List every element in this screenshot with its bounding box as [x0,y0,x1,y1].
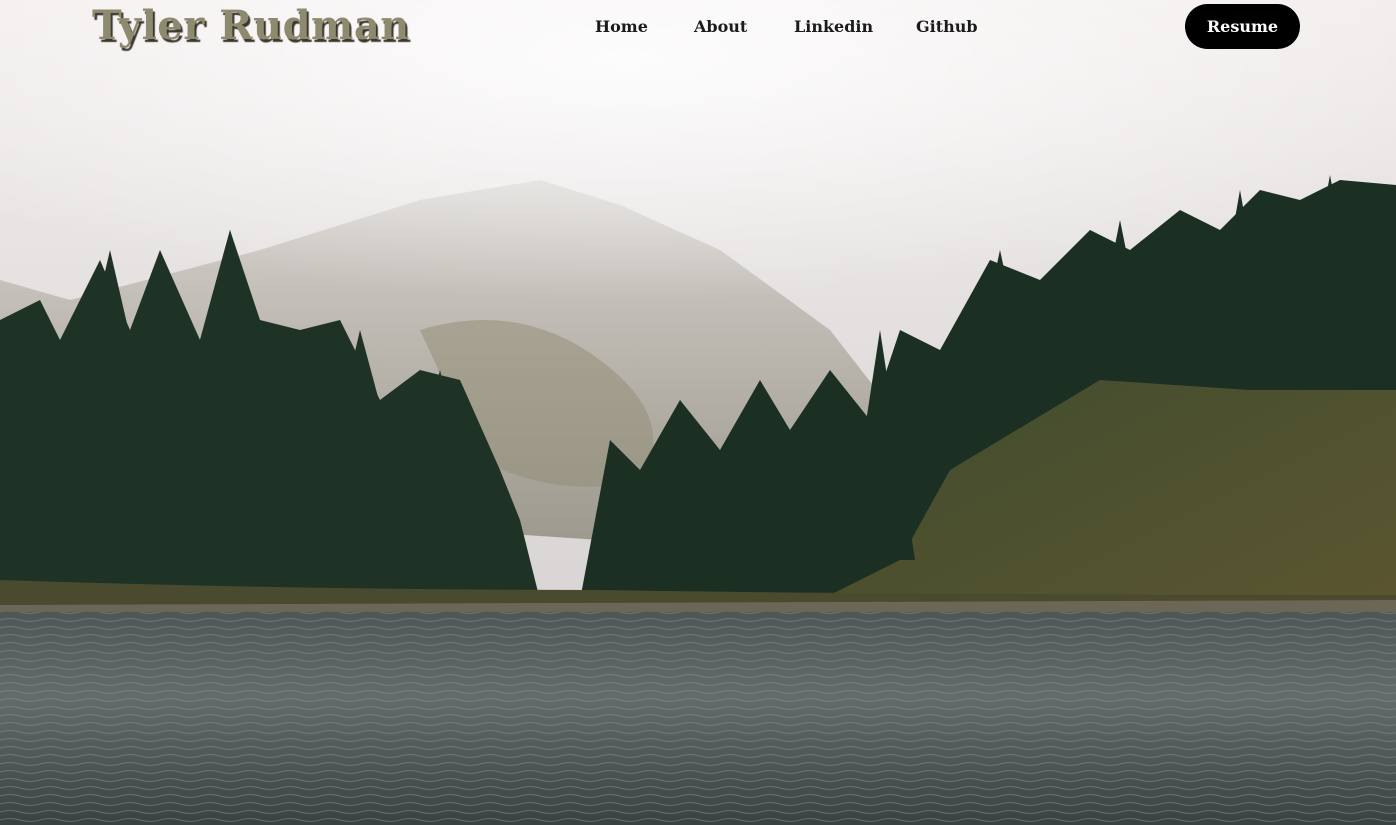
nav-home-link[interactable]: Home [595,17,648,36]
nav-about-link[interactable]: About [694,17,747,36]
resume-button[interactable]: Resume [1185,4,1300,49]
nav-linkedin-link[interactable]: Linkedin [794,17,873,36]
nav-github-link[interactable]: Github [916,17,978,36]
hero-background-image [0,0,1396,825]
landscape-illustration [0,0,1396,825]
